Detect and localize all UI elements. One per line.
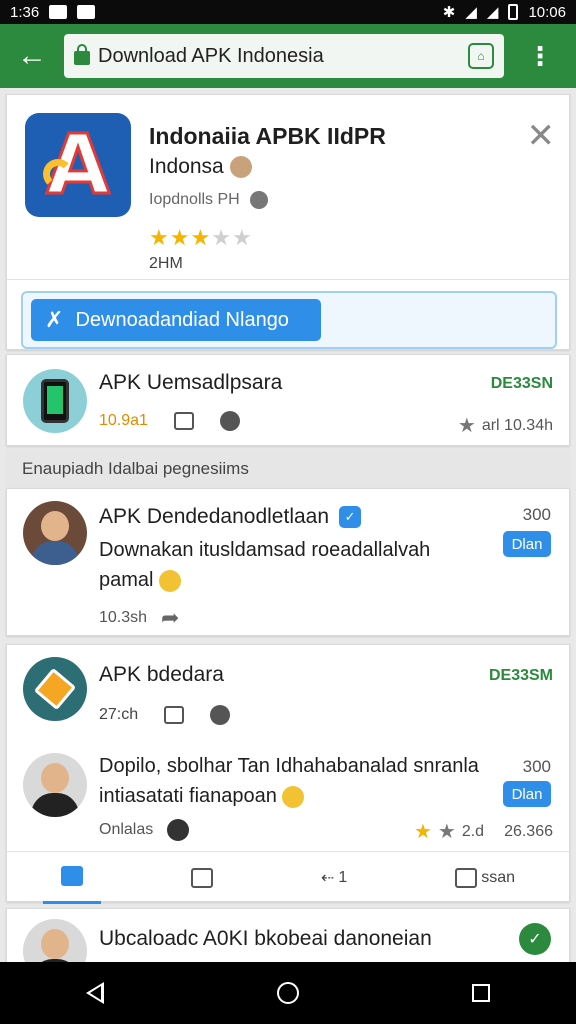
info-icon[interactable] xyxy=(210,705,231,725)
info-icon[interactable] xyxy=(249,191,268,209)
close-icon[interactable]: ✕ xyxy=(527,119,556,153)
section-header: Enaupiadh Idalbai pegnesiims xyxy=(6,450,570,488)
comment-rating: ★ ★ 2.d 26.366 xyxy=(413,821,553,843)
app-rating-stars: ★★★★★ xyxy=(149,225,253,251)
url-bar[interactable]: Download APK Indonesia ⌂ xyxy=(64,34,504,78)
app-logo-icon: A xyxy=(25,113,131,217)
comment-title: APK Dendedanodletlaan ✓ xyxy=(99,505,362,529)
app-developer: Indonsa xyxy=(149,155,252,179)
check-icon[interactable]: ✓ xyxy=(519,923,551,955)
emoji-icon xyxy=(159,569,182,592)
star-icon: ★ xyxy=(413,821,432,843)
download-icon: ✗ xyxy=(45,307,64,332)
star-empty-icon: ★ xyxy=(211,225,232,250)
status-badge: Dlan xyxy=(503,531,551,557)
avatar[interactable] xyxy=(23,753,87,817)
status-badge: DE33SN xyxy=(490,375,553,392)
phone-app-icon xyxy=(23,369,87,433)
nav-home-icon[interactable] xyxy=(276,982,299,1004)
comment-body: Dopilo, sbolhar Tan Idhahabanalad snranl… xyxy=(99,755,479,808)
comment-button[interactable] xyxy=(173,852,231,904)
star-empty-icon: ★ xyxy=(231,225,253,250)
app-size-row: Iopdnolls PH xyxy=(149,191,268,209)
comment-body: Downakan itusldamsad roeadallalvah pamal xyxy=(99,539,431,592)
star-filled-icon: ★ xyxy=(149,225,170,250)
comment-title: Ubcaloadc A0KI bkobeai danoneian xyxy=(99,927,432,950)
comment-icon xyxy=(190,867,213,888)
star-filled-icon: ★ xyxy=(190,225,212,250)
back-arrow-icon[interactable]: ← xyxy=(0,24,64,88)
url-text: Download APK Indonesia xyxy=(98,44,324,67)
share-icon[interactable]: ➦ xyxy=(161,605,179,631)
page-content: A ✕ Indonaiia APBK IIdPR Indonsa Iopdnol… xyxy=(0,88,576,962)
status-bar: 1:36 ✱ ◢ ◢ 10:06 xyxy=(0,0,576,24)
thumbs-up-icon xyxy=(60,866,83,886)
battery-icon xyxy=(508,4,519,20)
app-title: Indonaiia APBK IIdPR xyxy=(149,123,386,149)
verified-icon: ✓ xyxy=(339,506,362,528)
divider xyxy=(7,279,569,280)
list-item-actions: 10.9a1 xyxy=(99,411,240,431)
status-badge: Dlan xyxy=(503,781,551,807)
download-button-label: Dewnoadandiad Nlango xyxy=(75,308,289,331)
status-time-left: 1:36 xyxy=(10,3,40,21)
comment-card: APK Dendedanodletlaan ✓ 300 Dlan Downaka… xyxy=(6,488,570,636)
star-icon: ★ xyxy=(437,821,456,843)
emoji-icon xyxy=(282,785,305,808)
list-item-title: APK bdedara xyxy=(99,663,224,686)
comment-count: 300 xyxy=(522,505,551,524)
more-options-icon[interactable]: ⋮ xyxy=(504,41,576,72)
info-icon[interactable] xyxy=(219,411,240,431)
thumbs-up-icon[interactable] xyxy=(173,412,194,430)
person-icon xyxy=(167,819,190,841)
status-time: 10:06 xyxy=(528,3,566,21)
nav-recent-apps-icon[interactable] xyxy=(471,984,490,1002)
avatar[interactable] xyxy=(23,919,87,962)
comment-card: Ubcaloadc A0KI bkobeai danoneian ✓ xyxy=(6,908,570,962)
thumbs-up-icon[interactable] xyxy=(164,706,185,724)
app-header-card: A ✕ Indonaiia APBK IIdPR Indonsa Iopdnol… xyxy=(6,94,570,350)
download-banner: ✗ Dewnoadandiad Nlango xyxy=(21,291,557,349)
wifi-icon: ◢ xyxy=(465,4,477,21)
post-card: APK bdedara DE33SM 27:ch 300 Dlan Dopilo… xyxy=(6,644,570,904)
image-icon xyxy=(455,867,478,888)
more-button[interactable]: ssan xyxy=(437,852,533,904)
app-size: Iopdnolls PH xyxy=(149,191,240,208)
app-meta: 2HM xyxy=(149,255,183,272)
signal-icon: ◢ xyxy=(486,4,499,21)
star-icon: ★ xyxy=(457,415,476,437)
comment-count: 300 xyxy=(522,757,551,776)
comment-time: 10.3sh xyxy=(99,609,148,626)
reply-icon: ⇠ xyxy=(320,869,335,887)
bluetooth-icon: ✱ xyxy=(442,4,456,21)
tabs-icon[interactable]: ⌂ xyxy=(468,43,494,69)
action-bar: ⇠ 1 ssan xyxy=(7,851,569,904)
browser-toolbar: ← Download APK Indonesia ⌂ ⋮ xyxy=(0,24,576,88)
notification-icon xyxy=(77,5,96,19)
download-count: 10.9a1 xyxy=(99,412,148,429)
system-nav-bar xyxy=(0,962,576,1024)
edit-app-icon xyxy=(23,657,87,721)
list-item-title: APK Uemsadlpsara xyxy=(99,371,283,394)
list-item-actions: 27:ch xyxy=(99,705,231,725)
face-emoji-icon xyxy=(229,156,252,178)
list-item[interactable]: APK Uemsadlpsara DE33SN 10.9a1 ★ arl 10.… xyxy=(6,354,570,446)
like-button[interactable] xyxy=(42,852,101,904)
download-button[interactable]: ✗ Dewnoadandiad Nlango xyxy=(31,299,321,341)
list-item-meta: ★ arl 10.34h xyxy=(457,415,553,437)
lock-icon xyxy=(74,44,90,65)
reply-button[interactable]: ⇠ 1 xyxy=(303,852,365,904)
avatar[interactable] xyxy=(23,501,87,565)
download-count: 27:ch xyxy=(99,706,139,723)
nav-back-icon[interactable] xyxy=(86,982,105,1004)
notification-icon xyxy=(49,5,68,19)
status-badge: DE33SM xyxy=(488,667,553,684)
comment-author: Onlalas xyxy=(99,821,154,838)
comment-meta: Onlalas xyxy=(99,819,190,841)
comment-meta: 10.3sh ➦ xyxy=(99,605,179,631)
star-filled-icon: ★ xyxy=(169,225,191,250)
